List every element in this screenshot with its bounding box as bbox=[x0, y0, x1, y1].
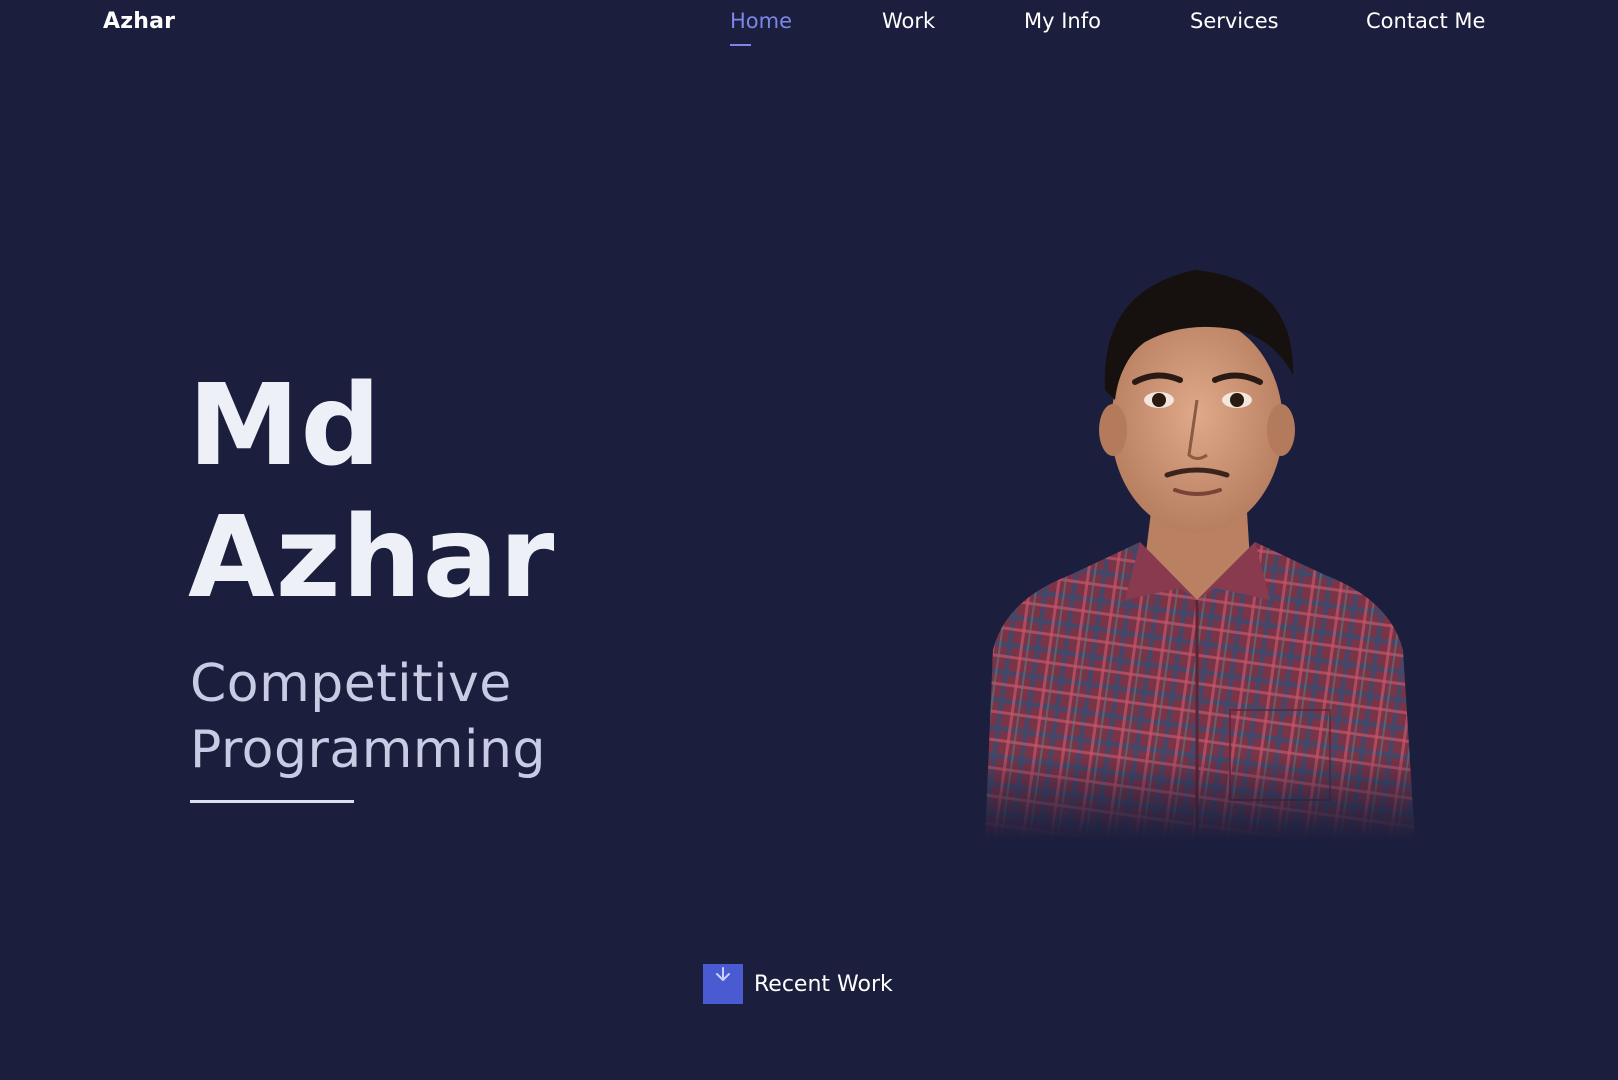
nav-work-label: Work bbox=[882, 9, 936, 33]
hero-underline bbox=[190, 800, 354, 803]
nav-home-label: Home bbox=[730, 9, 793, 33]
nav-services[interactable]: Services bbox=[1190, 9, 1279, 33]
nav-work[interactable]: Work bbox=[882, 9, 935, 33]
main-nav: Home Work My Info Services Contact Me bbox=[0, 9, 1618, 49]
recent-work-button[interactable]: Recent Work bbox=[703, 964, 893, 1004]
recent-work-label: Recent Work bbox=[754, 971, 893, 997]
page: Azhar Home Work My Info Services Contact… bbox=[0, 0, 1618, 1080]
hero-subtitle-line1: Competitive bbox=[190, 654, 512, 714]
hero-name: Md Azhar bbox=[188, 360, 555, 624]
nav-services-label: Services bbox=[1190, 9, 1279, 33]
nav-home[interactable]: Home bbox=[730, 9, 793, 46]
arrow-down-icon bbox=[703, 964, 743, 1004]
hero-first-name: Md bbox=[188, 361, 382, 491]
profile-photo bbox=[975, 270, 1420, 840]
hero-subtitle: Competitive Programming bbox=[190, 651, 546, 783]
hero-subtitle-line2: Programming bbox=[190, 720, 546, 780]
nav-contact-me[interactable]: Contact Me bbox=[1366, 9, 1485, 33]
nav-active-underline bbox=[730, 44, 751, 46]
nav-my-info-label: My Info bbox=[1024, 9, 1101, 33]
nav-contact-me-label: Contact Me bbox=[1366, 9, 1486, 33]
hero-last-name: Azhar bbox=[188, 493, 556, 623]
nav-my-info[interactable]: My Info bbox=[1024, 9, 1101, 33]
